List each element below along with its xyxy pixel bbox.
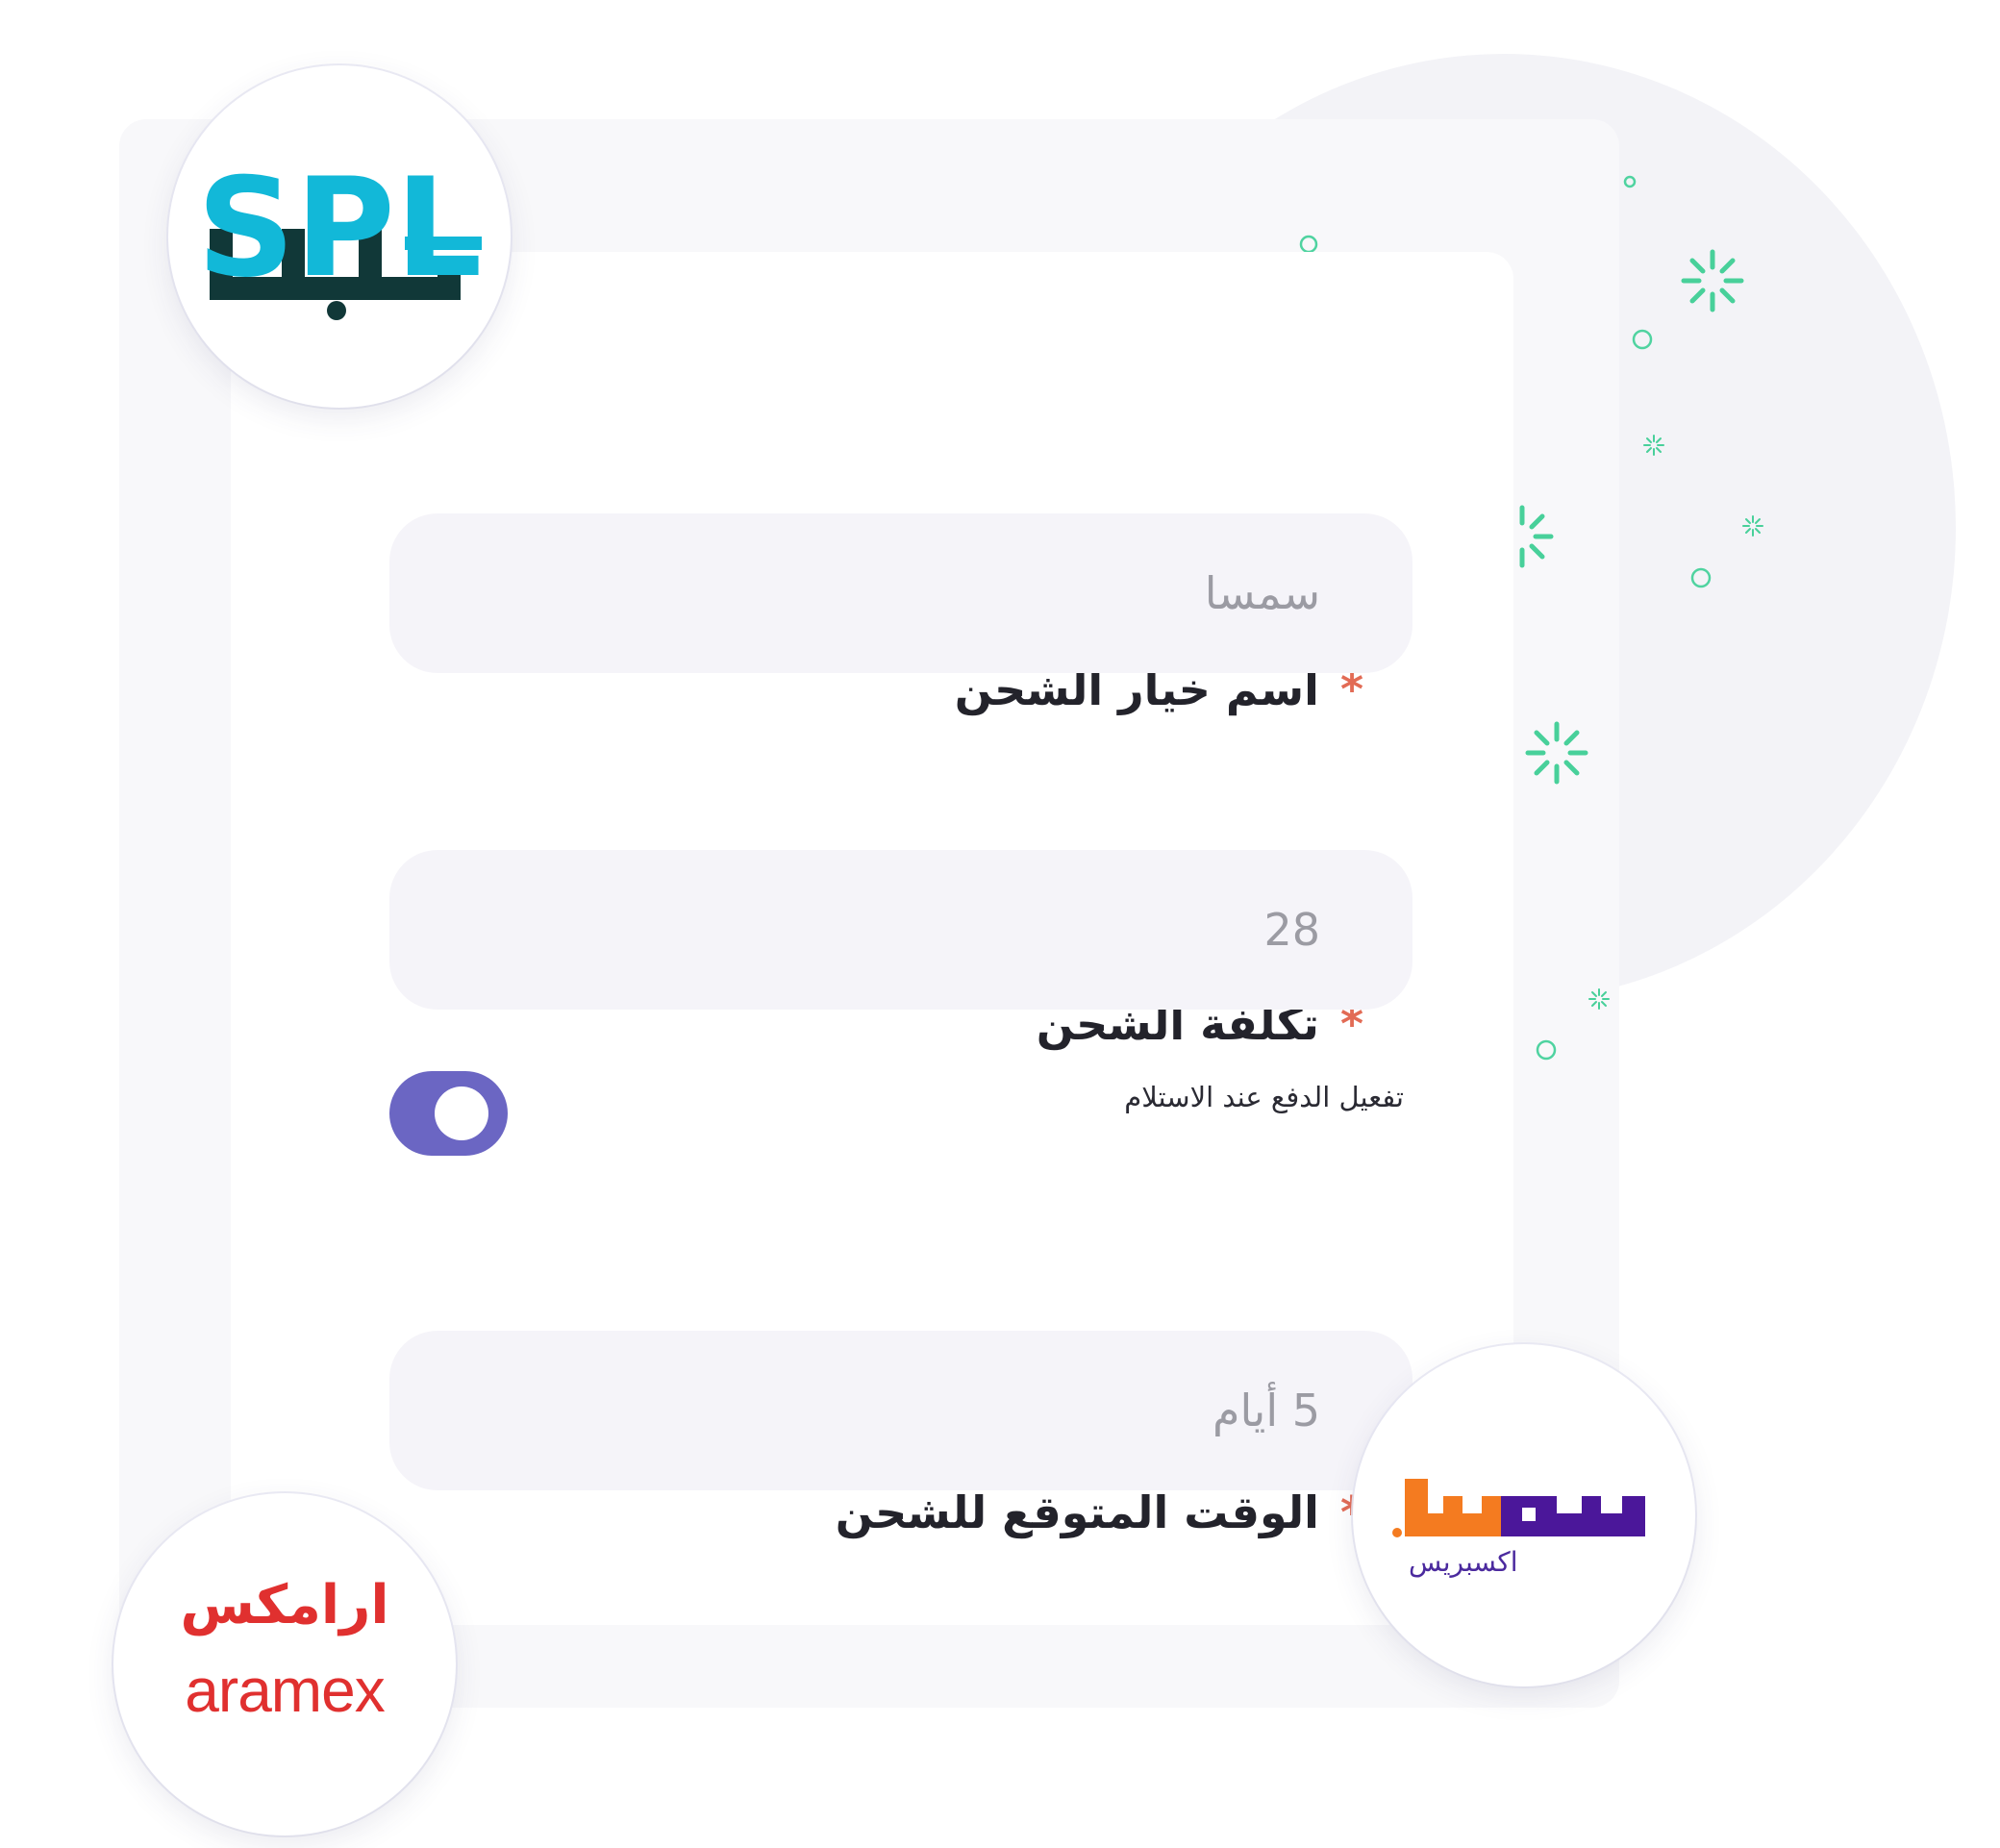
- aramex-latin-text: aramex: [185, 1656, 385, 1725]
- cod-toggle-switch[interactable]: [389, 1071, 508, 1156]
- spl-logo-mark: SPL: [197, 149, 483, 320]
- shipping-option-form: *اسم خيار الشحن سمسا *تكلفة الشحن 28 تفع…: [231, 252, 1513, 1625]
- delivery-time-label: *الوقت المتوقع للشحن: [836, 1486, 1363, 1538]
- shipping-name-input[interactable]: سمسا: [389, 513, 1412, 673]
- spl-logo: SPL: [168, 65, 511, 408]
- smsa-logo-mark: [1392, 1479, 1645, 1537]
- delivery-time-label-text: الوقت المتوقع للشحن: [835, 1486, 1319, 1538]
- delivery-time-value: 5 أيام: [1212, 1385, 1320, 1436]
- delivery-time-input[interactable]: 5 أيام: [389, 1331, 1412, 1490]
- smsa-subtitle: اكسبريس: [1409, 1546, 1518, 1578]
- shipping-name-value: سمسا: [1204, 567, 1320, 619]
- cod-toggle-label: تفعيل الدفع عند الاستلام: [1124, 1081, 1404, 1113]
- shipping-cost-input[interactable]: 28: [389, 850, 1412, 1010]
- aramex-arabic-text: ارامكس: [180, 1574, 389, 1636]
- toggle-knob: [435, 1086, 488, 1140]
- spl-latin-text: SPL: [197, 149, 483, 308]
- aramex-logo: ارامكس aramex: [113, 1493, 456, 1836]
- shipping-cost-value: 28: [1263, 904, 1320, 956]
- smsa-logo: اكسبريس: [1353, 1344, 1695, 1686]
